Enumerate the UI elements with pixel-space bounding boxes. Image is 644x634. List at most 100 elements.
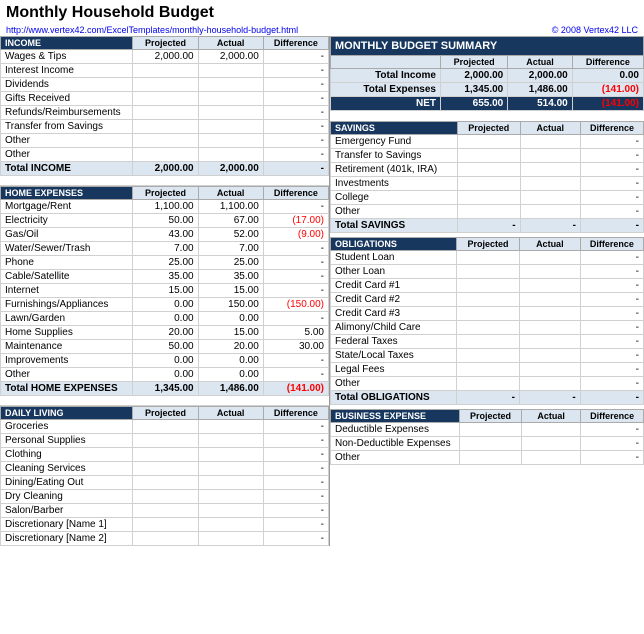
row-projected[interactable]	[133, 148, 198, 162]
row-projected[interactable]: 0.00	[133, 368, 198, 382]
row-projected[interactable]: 20.00	[133, 326, 198, 340]
row-actual[interactable]	[519, 293, 580, 307]
row-actual[interactable]	[519, 321, 580, 335]
row-projected[interactable]	[457, 205, 520, 219]
row-projected[interactable]	[457, 321, 520, 335]
row-actual[interactable]	[198, 134, 263, 148]
row-projected[interactable]	[133, 490, 198, 504]
row-projected[interactable]: 25.00	[133, 256, 198, 270]
row-actual[interactable]	[198, 420, 263, 434]
row-projected[interactable]	[457, 191, 520, 205]
row-actual[interactable]: 1,100.00	[198, 200, 263, 214]
row-projected[interactable]	[133, 106, 198, 120]
row-projected[interactable]	[457, 251, 520, 265]
row-actual[interactable]	[519, 307, 580, 321]
row-projected[interactable]	[133, 448, 198, 462]
row-projected[interactable]	[133, 504, 198, 518]
row-projected[interactable]	[133, 78, 198, 92]
row-actual[interactable]	[198, 106, 263, 120]
row-projected[interactable]	[133, 476, 198, 490]
row-actual[interactable]: 0.00	[198, 354, 263, 368]
row-actual[interactable]	[198, 434, 263, 448]
row-projected[interactable]: 1,100.00	[133, 200, 198, 214]
row-actual[interactable]	[519, 363, 580, 377]
row-actual[interactable]	[519, 377, 580, 391]
row-actual[interactable]	[198, 504, 263, 518]
row-actual[interactable]	[198, 120, 263, 134]
row-actual[interactable]: 52.00	[198, 228, 263, 242]
url-link[interactable]: http://www.vertex42.com/ExcelTemplates/m…	[6, 25, 298, 35]
row-actual[interactable]	[198, 64, 263, 78]
row-actual[interactable]	[519, 349, 580, 363]
row-projected[interactable]	[133, 92, 198, 106]
row-actual[interactable]	[520, 191, 580, 205]
row-projected[interactable]	[133, 434, 198, 448]
row-actual[interactable]: 7.00	[198, 242, 263, 256]
row-projected[interactable]	[457, 293, 520, 307]
row-actual[interactable]	[519, 265, 580, 279]
row-actual[interactable]	[520, 149, 580, 163]
row-actual[interactable]	[198, 518, 263, 532]
row-projected[interactable]: 50.00	[133, 214, 198, 228]
row-actual[interactable]	[520, 135, 580, 149]
row-projected[interactable]	[457, 149, 520, 163]
row-actual[interactable]: 67.00	[198, 214, 263, 228]
row-projected[interactable]: 43.00	[133, 228, 198, 242]
row-actual[interactable]	[198, 476, 263, 490]
row-actual[interactable]	[198, 92, 263, 106]
row-actual[interactable]	[198, 490, 263, 504]
row-actual[interactable]	[198, 148, 263, 162]
row-projected[interactable]	[133, 64, 198, 78]
row-actual[interactable]: 20.00	[198, 340, 263, 354]
row-diff: -	[580, 149, 643, 163]
row-actual[interactable]	[521, 437, 580, 451]
row-projected[interactable]	[457, 163, 520, 177]
row-actual[interactable]	[519, 335, 580, 349]
row-actual[interactable]	[519, 279, 580, 293]
row-projected[interactable]: 35.00	[133, 270, 198, 284]
row-actual[interactable]	[521, 423, 580, 437]
row-projected[interactable]: 0.00	[133, 298, 198, 312]
row-actual[interactable]	[520, 205, 580, 219]
row-actual[interactable]	[198, 78, 263, 92]
row-projected[interactable]	[133, 462, 198, 476]
row-projected[interactable]	[457, 307, 520, 321]
row-actual[interactable]: 35.00	[198, 270, 263, 284]
row-actual[interactable]: 150.00	[198, 298, 263, 312]
row-projected[interactable]: 50.00	[133, 340, 198, 354]
row-projected[interactable]	[457, 135, 520, 149]
row-actual[interactable]	[521, 451, 580, 465]
row-projected[interactable]: 0.00	[133, 354, 198, 368]
row-actual[interactable]	[198, 532, 263, 546]
row-projected[interactable]	[133, 420, 198, 434]
row-projected[interactable]: 2,000.00	[133, 50, 198, 64]
row-actual[interactable]	[519, 251, 580, 265]
row-projected[interactable]	[457, 363, 520, 377]
row-projected[interactable]	[457, 335, 520, 349]
row-projected[interactable]: 15.00	[133, 284, 198, 298]
row-projected[interactable]	[133, 532, 198, 546]
row-projected[interactable]	[457, 177, 520, 191]
row-actual[interactable]: 0.00	[198, 312, 263, 326]
row-actual[interactable]: 15.00	[198, 284, 263, 298]
row-actual[interactable]: 2,000.00	[198, 50, 263, 64]
row-actual[interactable]: 25.00	[198, 256, 263, 270]
row-projected[interactable]	[457, 377, 520, 391]
row-actual[interactable]: 15.00	[198, 326, 263, 340]
row-actual[interactable]	[520, 163, 580, 177]
row-projected[interactable]	[133, 120, 198, 134]
row-projected[interactable]	[457, 349, 520, 363]
row-projected[interactable]	[459, 437, 521, 451]
row-actual[interactable]: 0.00	[198, 368, 263, 382]
row-projected[interactable]: 7.00	[133, 242, 198, 256]
row-projected[interactable]	[459, 423, 521, 437]
row-projected[interactable]	[457, 279, 520, 293]
row-projected[interactable]	[459, 451, 521, 465]
row-projected[interactable]	[133, 518, 198, 532]
row-actual[interactable]	[520, 177, 580, 191]
row-projected[interactable]	[457, 265, 520, 279]
row-actual[interactable]	[198, 448, 263, 462]
row-actual[interactable]	[198, 462, 263, 476]
row-projected[interactable]	[133, 134, 198, 148]
row-projected[interactable]: 0.00	[133, 312, 198, 326]
